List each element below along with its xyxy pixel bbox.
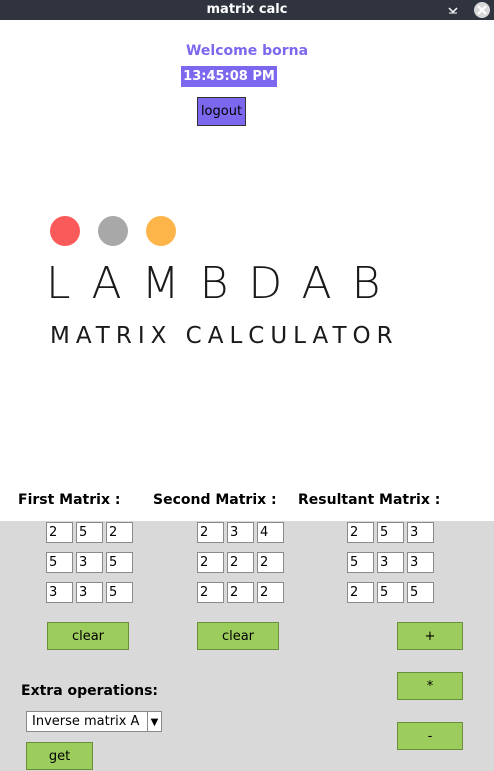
result-matrix-cell[interactable]: 5 bbox=[377, 522, 404, 543]
chevron-down-icon[interactable]: ▼ bbox=[147, 712, 161, 731]
title-bar: matrix calc bbox=[0, 0, 494, 20]
result-matrix-cell[interactable]: 2 bbox=[347, 582, 374, 603]
result-matrix-cell[interactable]: 3 bbox=[407, 522, 434, 543]
minimize-icon[interactable] bbox=[446, 0, 460, 20]
first-matrix-cell[interactable]: 3 bbox=[76, 552, 103, 573]
second-matrix-cell[interactable]: 3 bbox=[227, 522, 254, 543]
clear-first-button[interactable]: clear bbox=[47, 622, 129, 650]
welcome-text: Welcome borna bbox=[185, 43, 309, 59]
logo-dot-gray-icon bbox=[98, 216, 128, 246]
result-matrix-cell[interactable]: 3 bbox=[407, 552, 434, 573]
first-matrix-label: First Matrix : bbox=[18, 492, 121, 508]
clock-display: 13:45:08 PM bbox=[181, 66, 277, 87]
result-matrix-cell[interactable]: 2 bbox=[347, 522, 374, 543]
second-matrix-cell[interactable]: 2 bbox=[197, 552, 224, 573]
result-matrix-cell[interactable]: 3 bbox=[377, 552, 404, 573]
result-matrix-cell[interactable]: 5 bbox=[407, 582, 434, 603]
operation-select[interactable]: Inverse matrix A ▼ bbox=[26, 711, 162, 732]
first-matrix-cell[interactable]: 5 bbox=[106, 582, 133, 603]
logout-button[interactable]: logout bbox=[197, 97, 246, 126]
multiply-button[interactable]: * bbox=[397, 672, 463, 700]
first-matrix-cell[interactable]: 2 bbox=[46, 522, 73, 543]
second-matrix-cell[interactable]: 2 bbox=[197, 522, 224, 543]
first-matrix-cell[interactable]: 2 bbox=[106, 522, 133, 543]
logo-subtitle: MATRIX CALCULATOR bbox=[50, 323, 399, 349]
clear-second-button[interactable]: clear bbox=[197, 622, 279, 650]
first-matrix-cell[interactable]: 5 bbox=[76, 522, 103, 543]
first-matrix-cell[interactable]: 5 bbox=[106, 552, 133, 573]
second-matrix-label: Second Matrix : bbox=[153, 492, 277, 508]
second-matrix-cell[interactable]: 2 bbox=[197, 582, 224, 603]
result-matrix-cell[interactable]: 5 bbox=[347, 552, 374, 573]
second-matrix-cell[interactable]: 2 bbox=[227, 582, 254, 603]
first-matrix-cell[interactable]: 3 bbox=[46, 582, 73, 603]
second-matrix-cell[interactable]: 2 bbox=[257, 582, 284, 603]
second-matrix-cell[interactable]: 2 bbox=[227, 552, 254, 573]
get-button[interactable]: get bbox=[26, 742, 93, 770]
result-matrix-label: Resultant Matrix : bbox=[298, 492, 441, 508]
first-matrix-cell[interactable]: 5 bbox=[46, 552, 73, 573]
window-title: matrix calc bbox=[206, 2, 288, 17]
add-button[interactable]: + bbox=[397, 622, 463, 650]
second-matrix-cell[interactable]: 4 bbox=[257, 522, 284, 543]
operation-select-value: Inverse matrix A bbox=[32, 714, 140, 729]
result-matrix-cell[interactable]: 5 bbox=[377, 582, 404, 603]
logo-dot-yellow-icon bbox=[146, 216, 176, 246]
subtract-button[interactable]: - bbox=[397, 722, 463, 750]
close-icon[interactable] bbox=[474, 2, 490, 18]
first-matrix-cell[interactable]: 3 bbox=[76, 582, 103, 603]
extra-operations-label: Extra operations: bbox=[21, 683, 159, 699]
second-matrix-cell[interactable]: 2 bbox=[257, 552, 284, 573]
logo-dot-red-icon bbox=[50, 216, 80, 246]
logo-title: LAMBDAB bbox=[46, 258, 401, 309]
